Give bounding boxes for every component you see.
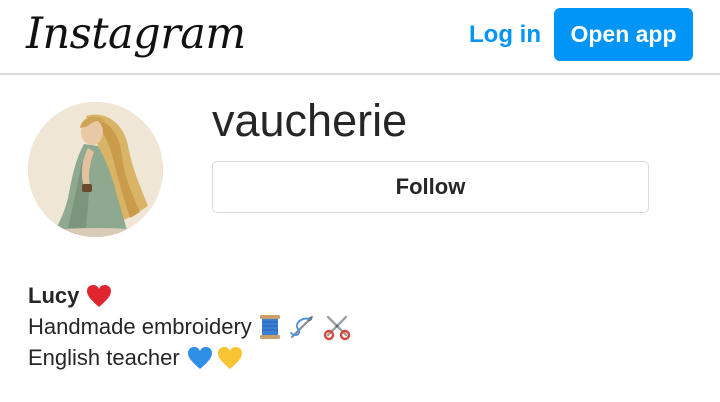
yellow-heart-icon (216, 345, 244, 371)
blue-heart-icon (186, 345, 214, 371)
scissors-icon (322, 313, 352, 341)
spool-of-thread-icon (258, 313, 282, 341)
red-heart-icon (85, 283, 113, 309)
bio-line-teacher: English teacher (28, 343, 244, 373)
open-app-button[interactable]: Open app (554, 8, 693, 61)
profile-avatar[interactable] (28, 102, 163, 237)
profile-illustration-icon (28, 102, 163, 237)
needle-and-thread-icon (288, 313, 316, 341)
instagram-logo[interactable]: Instagram (26, 4, 246, 64)
follow-button[interactable]: Follow (212, 161, 649, 213)
profile-username: vaucherie (212, 95, 408, 146)
login-link[interactable]: Log in (469, 20, 541, 50)
bio-line-embroidery: Handmade embroidery (28, 312, 352, 342)
bio-line-text: English teacher (28, 345, 180, 370)
bio-name: Lucy (28, 283, 80, 308)
bio-name-line: Lucy (28, 281, 113, 311)
top-header: Instagram Log in Open app (0, 0, 720, 75)
bio-line-text: Handmade embroidery (28, 314, 252, 339)
